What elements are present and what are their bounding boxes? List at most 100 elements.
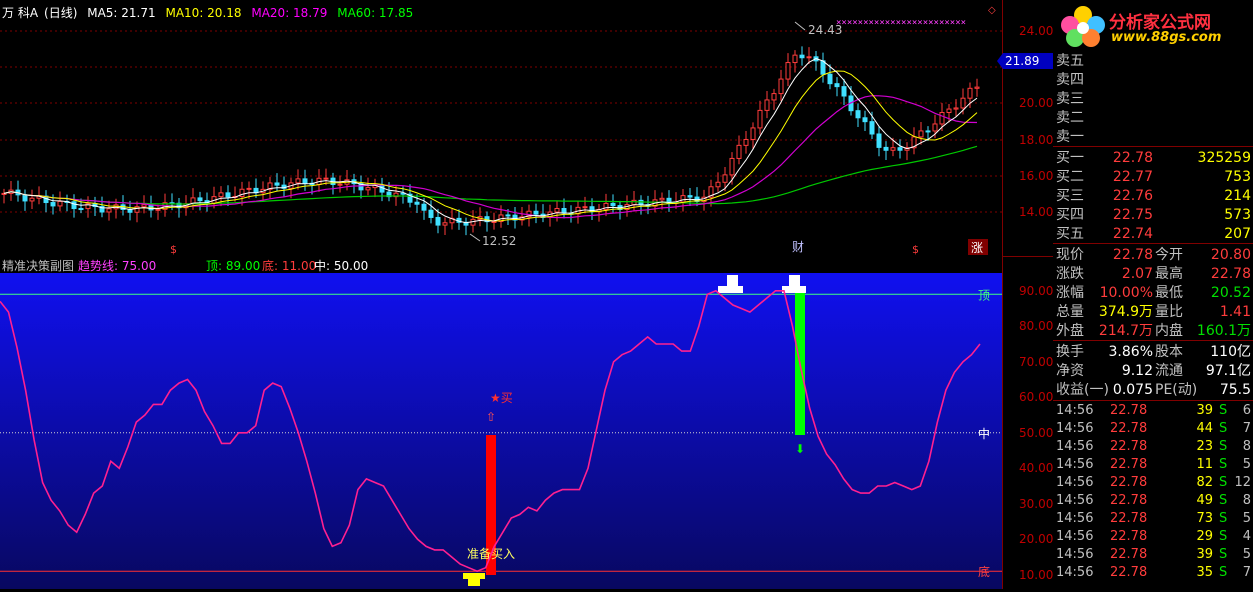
candle-body (71, 201, 77, 210)
candle-body (155, 208, 161, 211)
tick-price: 22.78 (1110, 493, 1148, 508)
tick-side: S (1219, 511, 1228, 526)
candle-body (722, 174, 728, 183)
tick-row[interactable]: 14:56 22.78 35 S 7 (1053, 564, 1253, 582)
candle-body (778, 78, 784, 95)
tick-count: 7 (1242, 565, 1251, 580)
ask-row[interactable]: 卖三 (1053, 90, 1253, 108)
ask-row[interactable]: 卖四 (1053, 71, 1253, 89)
stat-value: 110亿 (1210, 344, 1251, 360)
candle-body (141, 204, 147, 208)
candle-body (764, 99, 770, 111)
ask-row[interactable]: 卖一 (1053, 128, 1253, 146)
tick-row[interactable]: 14:56 22.78 29 S 4 (1053, 528, 1253, 546)
main-kline-chart[interactable]: ×××××××××××××××××××××××× ◇ 24.43 12.52 $… (0, 0, 1002, 256)
candle-body (22, 194, 28, 202)
indicator-axis-tick: 70.00 (1019, 354, 1054, 369)
tick-time: 14:56 (1056, 511, 1094, 526)
candle-body (442, 222, 448, 226)
bid-volume: 207 (1224, 226, 1251, 242)
bid-price: 22.76 (1112, 188, 1153, 204)
stat-value: 75.5 (1219, 382, 1251, 398)
kline-canvas[interactable]: ×××××××××××××××××××××××× ◇ 24.43 12.52 $… (0, 0, 1002, 256)
candle-body (960, 97, 966, 109)
bid-row[interactable]: 买二 22.77 753 (1053, 168, 1253, 186)
stat-row: 净资 9.12 流通 97.1亿 (1053, 362, 1253, 380)
marker-dollar[interactable]: $ (170, 243, 177, 256)
axis-tick: 18.00 (1019, 133, 1054, 147)
stat-label: 涨跌 (1056, 266, 1084, 282)
bid-row[interactable]: 买一 22.78 325259 (1053, 149, 1253, 167)
tick-time: 14:56 (1056, 439, 1094, 454)
tick-count: 12 (1234, 475, 1251, 490)
tick-row[interactable]: 14:56 22.78 44 S 7 (1053, 420, 1253, 438)
bid-row[interactable]: 买三 22.76 214 (1053, 187, 1253, 205)
divider (1053, 146, 1253, 147)
bid-volume: 214 (1224, 188, 1251, 204)
candle-body (750, 127, 756, 140)
candle-body (890, 147, 896, 151)
stat-value: 20.80 (1210, 247, 1251, 263)
tick-price: 22.78 (1110, 457, 1148, 472)
up-arrow-icon: ⇧ (486, 410, 496, 424)
candle-body (197, 197, 203, 202)
candle-body (967, 87, 973, 99)
tick-side: S (1219, 457, 1228, 472)
tick-row[interactable]: 14:56 22.78 73 S 5 (1053, 510, 1253, 528)
tick-price: 22.78 (1110, 547, 1148, 562)
stat-row: 总量 374.9万 量比 1.41 (1053, 303, 1253, 321)
bid-volume: 325259 (1197, 150, 1251, 166)
stat-value: 1.41 (1219, 304, 1251, 320)
tick-count: 5 (1242, 457, 1251, 472)
tick-row[interactable]: 14:56 22.78 49 S 8 (1053, 492, 1253, 510)
tick-volume: 39 (1196, 403, 1213, 418)
stat-value: 97.1亿 (1205, 363, 1251, 379)
tick-count: 8 (1242, 493, 1251, 508)
candle-body (680, 195, 686, 203)
candle-body (974, 86, 980, 89)
price-tag-arrow (997, 53, 1003, 69)
tick-volume: 23 (1196, 439, 1213, 454)
stat-row: 现价 22.78 今开 20.80 (1053, 246, 1253, 264)
tick-row[interactable]: 14:56 22.78 11 S 5 (1053, 456, 1253, 474)
indicator-canvas[interactable]: 顶 中 底 ⇧ ⬇ ★买 准备买入 (0, 273, 1002, 589)
stock-name: 万 科A (2, 6, 39, 20)
stat-label: 换手 (1056, 344, 1084, 360)
candle-body (533, 210, 539, 215)
ma10-label: MA10: 20.18 (165, 6, 242, 20)
marker-limit-up[interactable]: 涨 (971, 240, 983, 255)
tick-row[interactable]: 14:56 22.78 39 S 6 (1053, 402, 1253, 420)
tick-volume: 29 (1196, 529, 1213, 544)
tick-volume: 11 (1196, 457, 1213, 472)
stat-label: 涨幅 (1056, 285, 1084, 301)
candle-body (582, 206, 588, 209)
tick-row[interactable]: 14:56 22.78 23 S 8 (1053, 438, 1253, 456)
ask-row[interactable]: 卖五 (1053, 52, 1253, 70)
marker-finance[interactable]: 财 (792, 240, 804, 254)
tick-count: 5 (1242, 547, 1251, 562)
tick-row[interactable]: 14:56 22.78 39 S 5 (1053, 546, 1253, 564)
stat-label: 收益(一) (1056, 382, 1109, 398)
candle-body (50, 202, 56, 207)
bid-row[interactable]: 买五 22.74 207 (1053, 225, 1253, 243)
marker-dollar[interactable]: $ (912, 243, 919, 256)
current-price-tag: 21.89 (997, 53, 1053, 69)
candle-body (834, 83, 840, 88)
tick-side: S (1219, 565, 1228, 580)
top-value-label: 顶: 89.00 (206, 259, 261, 273)
x-marker-row: ×××××××××××××××××××××××× (836, 18, 966, 28)
ma-legend: 万 科A (日线) MA5: 21.71 MA10: 20.18 MA20: 18… (2, 4, 419, 21)
tick-side: S (1219, 493, 1228, 508)
candle-body (78, 208, 84, 211)
indicator-axis-tick: 80.00 (1019, 319, 1054, 334)
bid-row[interactable]: 买四 22.75 573 (1053, 206, 1253, 224)
ask-row[interactable]: 卖二 (1053, 109, 1253, 127)
stat-label: 最低 (1155, 285, 1183, 301)
indicator-chart[interactable]: 顶 中 底 ⇧ ⬇ ★买 准备买入 (0, 273, 1002, 589)
candle-body (428, 209, 434, 218)
tick-side: S (1219, 421, 1228, 436)
tick-row[interactable]: 14:56 22.78 82 S 12 (1053, 474, 1253, 492)
stat-value: 10.00% (1099, 285, 1153, 301)
tick-count: 5 (1242, 511, 1251, 526)
bid-label: 买一 (1056, 150, 1084, 166)
